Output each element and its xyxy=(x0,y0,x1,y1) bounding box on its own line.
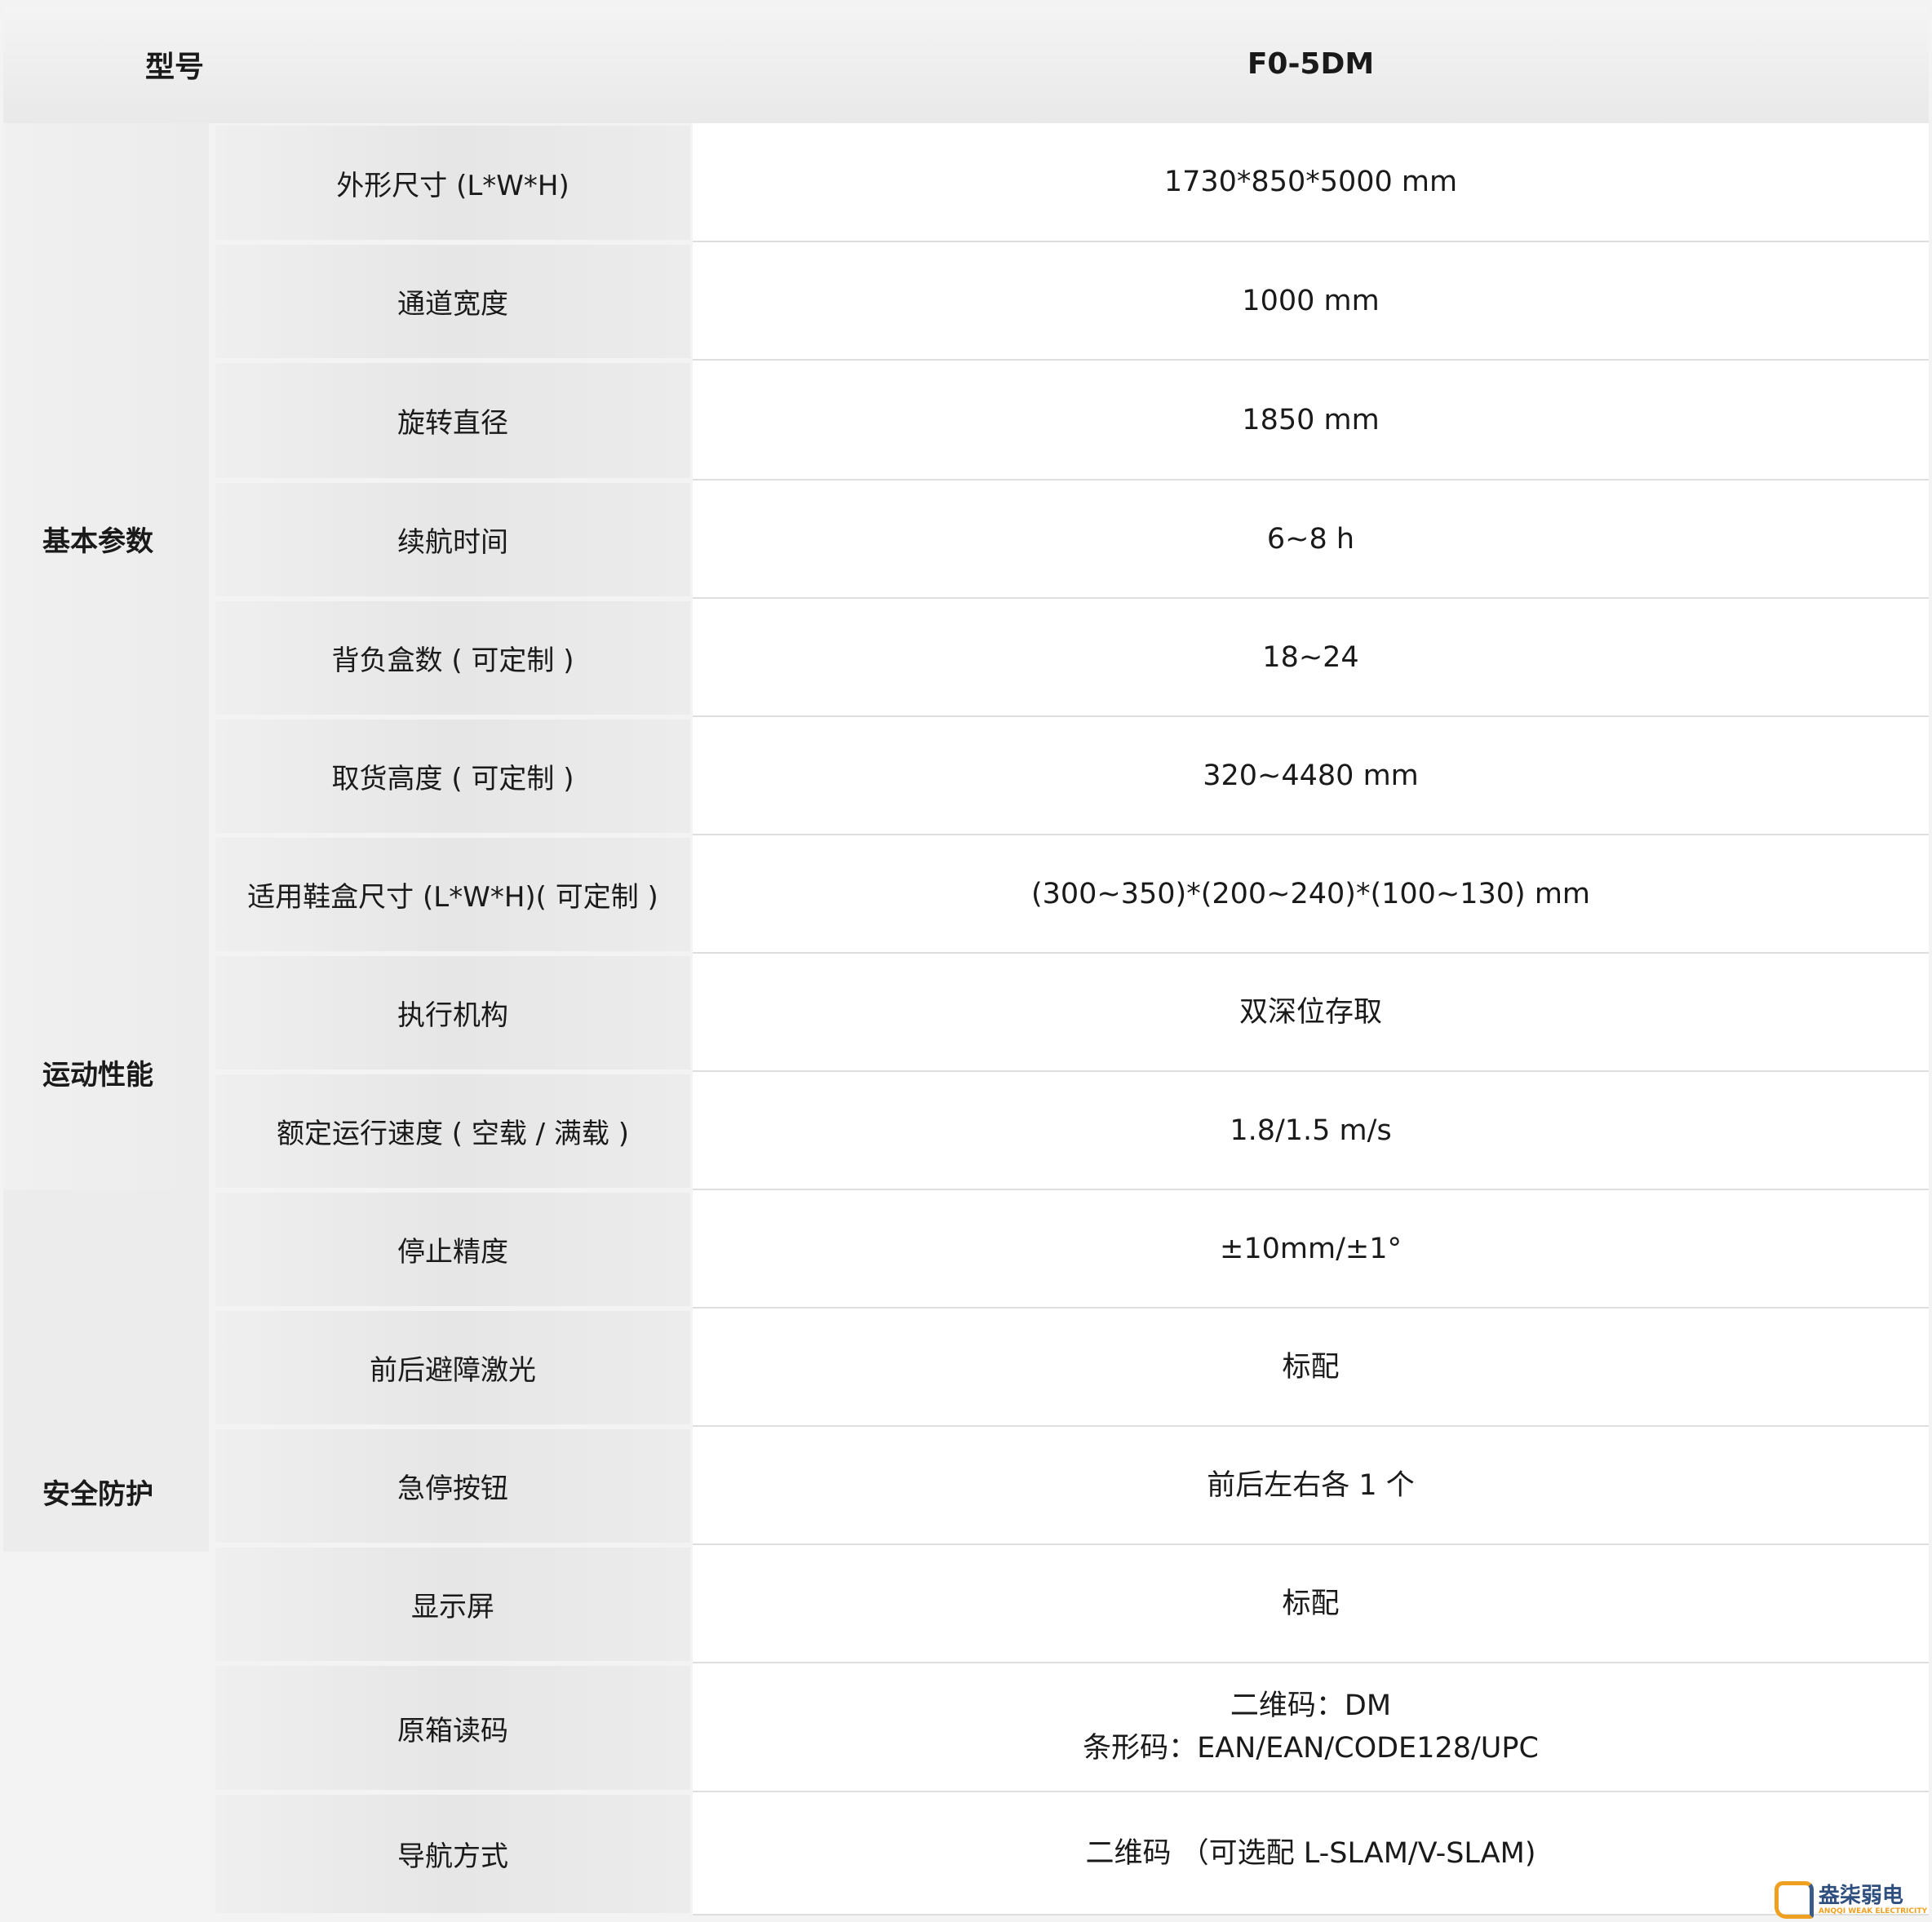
row-label: 旋转直径 xyxy=(215,363,690,478)
row-label: 取货高度 ( 可定制 ) xyxy=(215,720,690,833)
row-value-line: 320~4480 mm xyxy=(1203,759,1419,792)
table-row: 旋转直径 1850 mm xyxy=(215,361,1929,480)
row-value: 二维码：DM 条形码：EAN/EAN/CODE128/UPC xyxy=(693,1663,1929,1792)
row-value-line: 标配 xyxy=(1282,1350,1340,1384)
table-row: 急停按钮 前后左右各 1 个 xyxy=(215,1427,1929,1545)
row-label: 通道宽度 xyxy=(215,245,690,358)
row-label: 续航时间 xyxy=(215,483,690,596)
row-label: 停止精度 xyxy=(215,1193,690,1306)
category-label: 安全防护 xyxy=(3,1190,209,1792)
row-value-line: 18~24 xyxy=(1262,640,1359,674)
table-row: 取货高度 ( 可定制 ) 320~4480 mm xyxy=(215,717,1929,835)
row-value: (300~350)*(200~240)*(100~130) mm xyxy=(693,835,1929,954)
row-value-line: 二维码：DM xyxy=(1230,1690,1392,1722)
row-label: 原箱读码 xyxy=(215,1666,690,1790)
table-row: 续航时间 6~8 h xyxy=(215,480,1929,599)
row-value: ±10mm/±1° xyxy=(693,1190,1929,1309)
row-value: 双深位存取 xyxy=(693,954,1929,1072)
table-row: 原箱读码 二维码：DM 条形码：EAN/EAN/CODE128/UPC xyxy=(215,1663,1929,1792)
row-value-line: 1.8/1.5 m/s xyxy=(1230,1114,1392,1147)
table-row: 显示屏 标配 xyxy=(215,1545,1929,1663)
table-row: 通道宽度 1000 mm xyxy=(215,242,1929,361)
row-label: 适用鞋盒尺寸 (L*W*H)( 可定制 ) xyxy=(215,838,690,951)
table-row: 外形尺寸 (L*W*H) 1730*850*5000 mm xyxy=(215,123,1929,242)
row-value-line: 1730*850*5000 mm xyxy=(1163,166,1458,198)
row-value: 标配 xyxy=(693,1309,1929,1427)
spec-table: 型号 F0-5DM 外形尺寸 (L*W*H) 1730*850*5000 mm 通道… xyxy=(3,5,1929,1915)
watermark-logo-icon xyxy=(1774,1881,1814,1919)
row-value: 标配 xyxy=(693,1545,1929,1663)
row-label: 执行机构 xyxy=(215,956,690,1070)
row-label: 额定运行速度 ( 空载 / 满载 ) xyxy=(215,1074,690,1188)
row-value-line: 1000 mm xyxy=(1242,284,1380,317)
table-row: 前后避障激光 标配 xyxy=(215,1309,1929,1427)
row-value: 1000 mm xyxy=(693,242,1929,361)
row-label: 前后避障激光 xyxy=(215,1311,690,1424)
row-value-line: 双深位存取 xyxy=(1239,995,1382,1029)
header-model: F0-5DM xyxy=(1247,47,1375,81)
row-label: 外形尺寸 (L*W*H) xyxy=(215,126,690,240)
row-label: 显示屏 xyxy=(215,1548,690,1661)
table-header: 型号 F0-5DM xyxy=(3,5,1929,123)
table-row: 额定运行速度 ( 空载 / 满载 ) 1.8/1.5 m/s xyxy=(215,1072,1929,1190)
category-label: 运动性能 xyxy=(3,954,209,1190)
row-value: 1.8/1.5 m/s xyxy=(693,1072,1929,1190)
row-value-line: ±10mm/±1° xyxy=(1220,1232,1402,1265)
row-label: 背负盒数 ( 可定制 ) xyxy=(215,601,690,715)
row-value-line: 前后左右各 1 个 xyxy=(1207,1468,1415,1502)
table-row: 适用鞋盒尺寸 (L*W*H)( 可定制 ) (300~350)*(200~240)… xyxy=(215,835,1929,954)
row-value: 二维码 （可选配 L-SLAM/V-SLAM) xyxy=(693,1792,1929,1915)
row-value: 1730*850*5000 mm xyxy=(693,123,1929,242)
table-row: 背负盒数 ( 可定制 ) 18~24 xyxy=(215,599,1929,717)
watermark-subtitle: ANQQI WEAK ELECTRICITY xyxy=(1818,1907,1927,1915)
watermark: 盎柒弱电 ANQQI WEAK ELECTRICITY xyxy=(1774,1881,1927,1919)
row-value-line: 6~8 h xyxy=(1266,522,1355,556)
row-value: 6~8 h xyxy=(693,480,1929,599)
row-value-line: 二维码 （可选配 L-SLAM/V-SLAM) xyxy=(1085,1836,1536,1870)
watermark-name: 盎柒弱电 xyxy=(1818,1884,1903,1908)
row-value-line: 1850 mm xyxy=(1242,403,1380,436)
row-value-line: 条形码：EAN/EAN/CODE128/UPC xyxy=(1083,1732,1539,1765)
category-label: 基本参数 xyxy=(3,123,209,954)
row-value: 前后左右各 1 个 xyxy=(693,1427,1929,1545)
row-value: 320~4480 mm xyxy=(693,717,1929,835)
header-label: 型号 xyxy=(144,50,204,84)
row-value-line: (300~350)*(200~240)*(100~130) mm xyxy=(1030,877,1591,910)
row-label: 导航方式 xyxy=(215,1795,690,1913)
table-row: 执行机构 双深位存取 xyxy=(215,954,1929,1072)
row-label: 急停按钮 xyxy=(215,1429,690,1543)
table-row: 停止精度 ±10mm/±1° xyxy=(215,1190,1929,1309)
table-row: 导航方式 二维码 （可选配 L-SLAM/V-SLAM) xyxy=(215,1792,1929,1915)
row-value-line: 标配 xyxy=(1282,1587,1340,1620)
row-value: 1850 mm xyxy=(693,361,1929,480)
row-value: 18~24 xyxy=(693,599,1929,717)
